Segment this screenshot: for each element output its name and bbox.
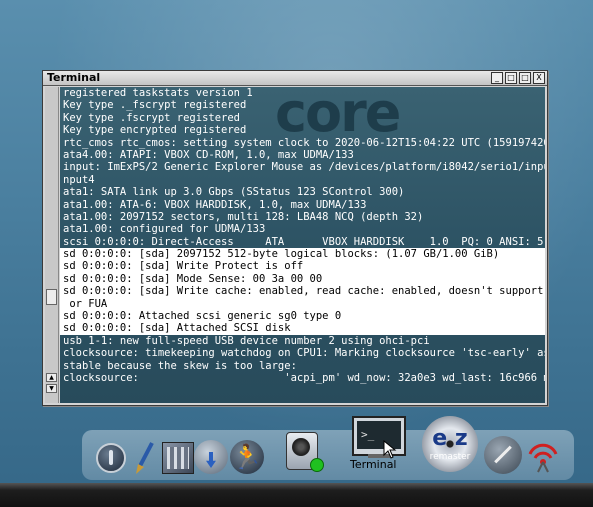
power-icon[interactable] xyxy=(96,443,126,473)
restore-button[interactable]: □ xyxy=(505,72,517,84)
terminal-line: or FUA xyxy=(60,297,545,311)
terminal-line: sd 0:0:0:0: Attached scsi generic sg0 ty… xyxy=(60,310,545,323)
terminal-output[interactable]: core registered taskstats version 1 Key t… xyxy=(60,87,545,403)
maximize-button[interactable]: □ xyxy=(519,72,531,84)
run-icon[interactable]: 🏃 xyxy=(230,440,264,474)
mouse-cursor-icon xyxy=(383,440,397,459)
bottom-panel xyxy=(0,483,593,507)
terminal-line: ata1.00: configured for UDMA/133 xyxy=(63,223,266,236)
terminal-line: sd 0:0:0:0: [sda] Mode Sense: 00 3a 00 0… xyxy=(60,272,545,286)
window-title: Terminal xyxy=(47,71,101,84)
terminal-window[interactable]: Terminal _ □ □ X ▲ ▼ core registered tas… xyxy=(42,70,548,406)
terminal-line: sd 0:0:0:0: [sda] Write Protect is off xyxy=(60,260,545,273)
terminal-line: clocksource: 'acpi_pm' wd_now: 32a0e3 wd… xyxy=(63,371,545,384)
terminal-line: ata1.00: ATA-6: VBOX HARDDISK, 1.0, max … xyxy=(63,198,367,211)
terminal-icon[interactable]: >_ xyxy=(350,416,408,464)
close-button[interactable]: X xyxy=(533,72,545,84)
terminal-line: ata1: SATA link up 3.0 Gbps (SStatus 123… xyxy=(63,186,405,199)
terminal-line: registered taskstats version 1 xyxy=(63,87,253,99)
terminal-line: Key type ._fscrypt registered xyxy=(63,99,247,112)
services-icon[interactable] xyxy=(484,436,522,474)
scroll-up-arrow[interactable]: ▲ xyxy=(46,373,57,382)
terminal-line: input: ImExPS/2 Generic Explorer Mouse a… xyxy=(63,161,545,174)
minimize-button[interactable]: _ xyxy=(491,72,503,84)
scrollbar-thumb[interactable] xyxy=(46,289,57,305)
terminal-line: clocksource: timekeeping watchdog on CPU… xyxy=(63,347,545,360)
terminal-line: rtc_cmos rtc_cmos: setting system clock … xyxy=(63,136,545,149)
terminal-line: nput4 xyxy=(63,173,95,186)
dock: 🏃 >_ e z remaster xyxy=(82,416,574,480)
terminal-line: stable because the skew is too large: xyxy=(63,359,297,372)
terminal-line: sd 0:0:0:0: [sda] Attached SCSI disk xyxy=(60,322,545,335)
apps-install-icon[interactable] xyxy=(194,440,228,474)
terminal-line: usb 1-1: new full-speed USB device numbe… xyxy=(63,334,430,347)
terminal-line: scsi 0:0:0:0: Direct-Access ATA VBOX HAR… xyxy=(63,235,544,248)
wifi-icon[interactable] xyxy=(526,438,560,474)
terminal-lines: registered taskstats version 1 Key type .… xyxy=(60,87,545,384)
scrollbar[interactable]: ▲ ▼ xyxy=(45,87,59,403)
window-titlebar[interactable]: Terminal _ □ □ X xyxy=(43,71,547,86)
terminal-line: sd 0:0:0:0: [sda] 2097152 512-byte logic… xyxy=(60,248,545,261)
ezremaster-icon[interactable]: e z remaster xyxy=(422,416,478,472)
scroll-down-arrow[interactable]: ▼ xyxy=(46,384,57,393)
editor-brush-icon[interactable] xyxy=(132,440,158,476)
control-panel-icon[interactable] xyxy=(162,442,194,474)
terminal-line: Key type encrypted registered xyxy=(63,124,247,137)
mount-disk-icon[interactable] xyxy=(284,428,324,472)
terminal-line: ata4.00: ATAPI: VBOX CD-ROM, 1.0, max UD… xyxy=(63,148,354,161)
terminal-line: ata1.00: 2097152 sectors, multi 128: LBA… xyxy=(63,210,424,223)
terminal-line: sd 0:0:0:0: [sda] Write cache: enabled, … xyxy=(60,285,545,298)
terminal-line: Key type .fscrypt registered xyxy=(63,111,241,124)
